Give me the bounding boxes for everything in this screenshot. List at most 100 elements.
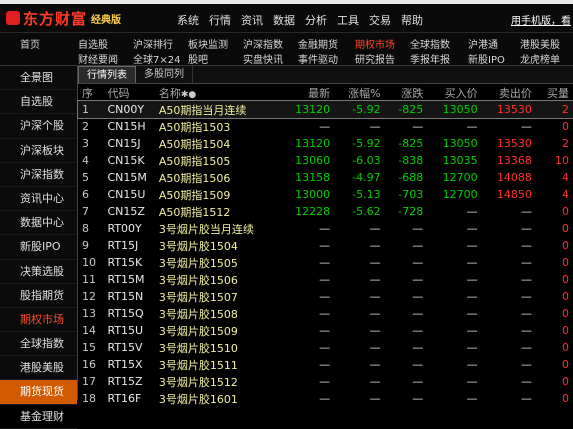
nav-quarterly-reports[interactable]: 季报年报: [410, 51, 450, 66]
nav-live-news[interactable]: 实盘快讯: [243, 51, 283, 66]
table-row[interactable]: 3 CN15J A50期指1504 13120 -5.92 -825 13050 13530 2: [78, 135, 573, 152]
nav-guba[interactable]: 股吧: [188, 51, 208, 66]
table-row[interactable]: 6 CN15U A50期指1509 13000 -5.13 -703 12700 14850 4: [78, 186, 573, 203]
nav-options-market[interactable]: 期权市场: [355, 36, 395, 51]
sidebar-item-ipo[interactable]: 新股IPO: [0, 235, 77, 260]
row-ask: —: [520, 256, 532, 269]
col-bid[interactable]: 买入价: [427, 84, 481, 101]
table-row[interactable]: 8 RT00Y 3号烟片胶当月连续 — — — — — 0: [78, 220, 573, 237]
row-pct: —: [369, 239, 381, 252]
row-ask: —: [520, 375, 532, 388]
sidebar-item-stocks[interactable]: 沪深个股: [0, 114, 77, 139]
nav-watchlist[interactable]: 自选股: [78, 36, 108, 51]
table-row[interactable]: 16 RT15X 3号烟片胶1511 — — — — — 0: [78, 356, 573, 373]
nav-finance-news[interactable]: 财经要闻: [78, 51, 118, 66]
row-last: 12228: [295, 205, 331, 218]
row-bid: —: [466, 392, 478, 405]
nav-hk-connect[interactable]: 沪港通: [468, 36, 498, 51]
table-row[interactable]: 7 CN15Z A50期指1512 12228 -5.62 -728 — — 0: [78, 203, 573, 220]
row-ask: —: [520, 358, 532, 371]
menu-news[interactable]: 资讯: [241, 12, 263, 28]
sidebar-item-futures-spot[interactable]: 期货现货: [0, 380, 77, 405]
col-ask[interactable]: 卖出价: [482, 84, 536, 101]
table-row[interactable]: 14 RT15U 3号烟片胶1509 — — — — — 0: [78, 322, 573, 339]
sidebar-item-index-futures[interactable]: 股指期货: [0, 284, 77, 308]
row-name: 3号烟片胶1601: [158, 392, 238, 406]
table-row[interactable]: 5 CN15M A50期指1506 13158 -4.97 -688 12700 14088 4: [78, 169, 573, 186]
row-bid: —: [466, 120, 478, 133]
nav-sector-monitor[interactable]: 板块监测: [188, 36, 228, 51]
sidebar-item-stock-picker[interactable]: 决策选股: [0, 260, 77, 284]
menu-help[interactable]: 帮助: [401, 12, 423, 28]
main-panel: 行情列表 多股同列 序 代码 名称✱● 最新 涨幅% 涨跌 买入价 卖出价 买量…: [77, 66, 573, 406]
nav-event-driven[interactable]: 事件驱动: [298, 51, 338, 66]
table-row[interactable]: 17 RT15Z 3号烟片胶1512 — — — — — 0: [78, 373, 573, 390]
sidebar-item-watchlist[interactable]: 自选股: [0, 90, 77, 115]
row-ask: —: [520, 120, 532, 133]
tab-quote-list[interactable]: 行情列表: [78, 66, 136, 83]
table-row[interactable]: 13 RT15Q 3号烟片胶1508 — — — — — 0: [78, 305, 573, 322]
sidebar-item-funds[interactable]: 基金理财: [0, 405, 77, 429]
row-code: CN15M: [107, 171, 147, 184]
row-bid-volume: 0: [562, 290, 569, 303]
row-bid: —: [466, 341, 478, 354]
row-ask: —: [520, 205, 532, 218]
row-last: —: [319, 307, 331, 320]
nav-ranking[interactable]: 沪深排行: [133, 36, 173, 51]
row-code: CN15J: [107, 137, 141, 150]
row-seq: 14: [82, 324, 96, 337]
table-row[interactable]: 11 RT15M 3号烟片胶1506 — — — — — 0: [78, 271, 573, 288]
sidebar-item-global-indices[interactable]: 全球指数: [0, 332, 77, 357]
menu-quotes[interactable]: 行情: [209, 12, 231, 28]
sidebar-item-sectors[interactable]: 沪深板块: [0, 139, 77, 163]
menu-system[interactable]: 系统: [177, 12, 199, 28]
table-row[interactable]: 4 CN15K A50期指1505 13060 -6.03 -838 13035 13368 1…: [78, 152, 573, 169]
table-row[interactable]: 15 RT15V 3号烟片胶1510 — — — — — 0: [78, 339, 573, 356]
nav-global-7x24[interactable]: 全球7×24: [133, 51, 180, 66]
row-chg: -728: [398, 205, 424, 218]
col-bid-volume[interactable]: 买量: [536, 84, 573, 101]
row-pct: -5.13: [352, 188, 381, 201]
row-last: —: [319, 273, 331, 286]
sidebar-item-news-center[interactable]: 资讯中心: [0, 187, 77, 212]
row-pct: -5.92: [352, 137, 381, 150]
col-name[interactable]: 名称✱●: [155, 84, 287, 101]
menu-tools[interactable]: 工具: [337, 12, 359, 28]
nav-indices[interactable]: 沪深指数: [243, 36, 283, 51]
col-pct[interactable]: 涨幅%: [334, 84, 385, 101]
table-row[interactable]: 12 RT15N 3号烟片胶1507 — — — — — 0: [78, 288, 573, 305]
row-bid-volume: 10: [555, 154, 569, 167]
col-chg[interactable]: 涨跌: [385, 84, 428, 101]
nav-financial-futures[interactable]: 金融期货: [298, 36, 338, 51]
tab-multi-stock[interactable]: 多股同列: [136, 66, 193, 83]
col-seq[interactable]: 序: [78, 84, 103, 101]
sidebar-item-data-center[interactable]: 数据中心: [0, 211, 77, 236]
nav-home[interactable]: 首页: [20, 36, 40, 51]
col-code[interactable]: 代码: [103, 84, 154, 101]
mobile-version-link[interactable]: 用手机版，看: [511, 12, 571, 27]
row-code: RT15X: [107, 358, 143, 371]
sidebar-item-indices[interactable]: 沪深指数: [0, 163, 77, 187]
menu-data[interactable]: 数据: [273, 12, 295, 28]
sidebar-item-overview[interactable]: 全景图: [0, 66, 77, 91]
nav-hk-us-stocks[interactable]: 港股美股: [520, 36, 560, 51]
col-last[interactable]: 最新: [287, 84, 334, 101]
nav-ipo[interactable]: 新股IPO: [468, 51, 505, 66]
table-row[interactable]: 1 CN00Y A50期指当月连续 13120 -5.92 -825 13050 13530 2: [77, 100, 573, 119]
table-row[interactable]: 2 CN15H A50期指1503 — — — — — 0: [78, 118, 573, 135]
sidebar-item-hk-us[interactable]: 港股美股: [0, 356, 77, 381]
table-row[interactable]: 10 RT15K 3号烟片胶1505 — — — — — 0: [78, 254, 573, 271]
sidebar-item-options[interactable]: 期权市场: [0, 308, 77, 333]
row-code: RT15Q: [107, 307, 144, 320]
nav-global-indices[interactable]: 全球指数: [410, 36, 450, 51]
row-ask: 13368: [496, 154, 532, 167]
row-chg: —: [412, 273, 424, 286]
table-row[interactable]: 18 RT16F 3号烟片胶1601 — — — — — 0: [78, 390, 573, 407]
row-bid: —: [466, 205, 478, 218]
nav-dragon-tiger[interactable]: 龙虎榜单: [520, 51, 560, 66]
column-settings-icon[interactable]: ✱●: [181, 90, 196, 100]
menu-analysis[interactable]: 分析: [305, 12, 327, 28]
nav-research-reports[interactable]: 研究报告: [355, 51, 395, 66]
menu-trade[interactable]: 交易: [369, 12, 391, 28]
table-row[interactable]: 9 RT15J 3号烟片胶1504 — — — — — 0: [78, 237, 573, 254]
